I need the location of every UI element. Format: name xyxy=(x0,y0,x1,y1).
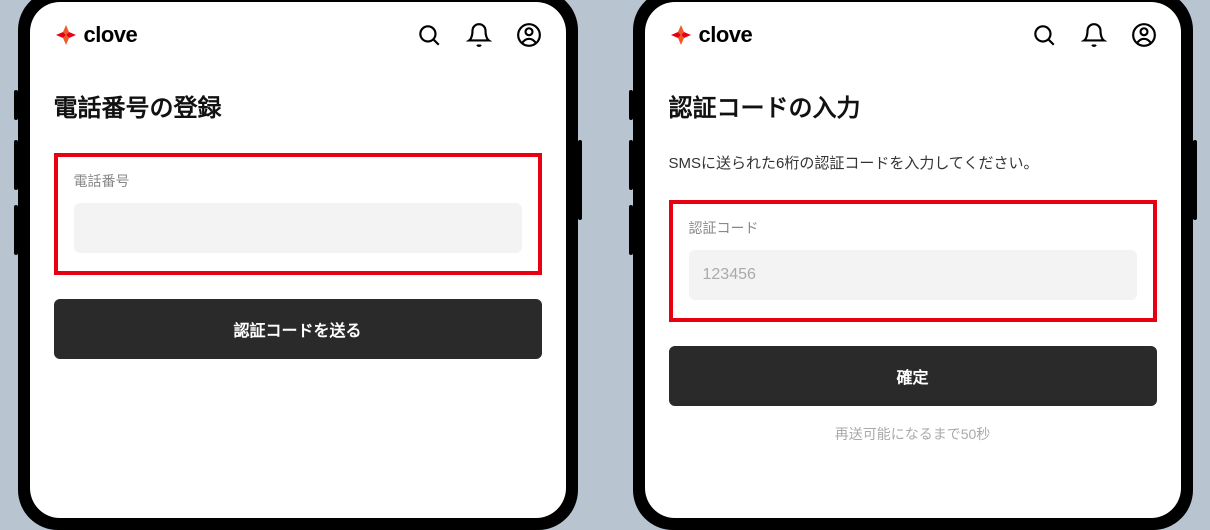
page-title: 電話番号の登録 xyxy=(54,88,542,123)
bell-icon[interactable] xyxy=(1081,22,1107,48)
page-subtitle: SMSに送られた6桁の認証コードを入力してください。 xyxy=(669,153,1157,176)
clove-logo-icon xyxy=(669,23,693,47)
logo[interactable]: clove xyxy=(669,22,753,48)
code-input-label: 認証コード xyxy=(689,218,1137,238)
code-input-group: 認証コード xyxy=(669,200,1157,322)
profile-icon[interactable] xyxy=(516,22,542,48)
resend-countdown: 再送可能になるまで50秒 xyxy=(669,424,1157,444)
app-header: clove xyxy=(669,22,1157,48)
app-header: clove xyxy=(54,22,542,48)
send-code-button[interactable]: 認証コードを送る xyxy=(54,299,542,359)
logo-text: clove xyxy=(84,22,138,48)
phone-frame-2: clove 認証コードの入力 SMSに送られた6桁の認証コードを入力してください… xyxy=(615,0,1210,500)
phone-frame-1: clove 電話番号の登録 電話番号 xyxy=(0,0,595,500)
bell-icon[interactable] xyxy=(466,22,492,48)
search-icon[interactable] xyxy=(1031,22,1057,48)
logo-text: clove xyxy=(699,22,753,48)
page-title: 認証コードの入力 xyxy=(669,88,1157,123)
clove-logo-icon xyxy=(54,23,78,47)
header-actions xyxy=(416,22,542,48)
code-input[interactable] xyxy=(689,250,1137,300)
phone-body: clove 電話番号の登録 電話番号 xyxy=(18,0,578,530)
search-icon[interactable] xyxy=(416,22,442,48)
phone-input-group: 電話番号 xyxy=(54,153,542,275)
screen-1: clove 電話番号の登録 電話番号 xyxy=(30,2,566,518)
phone-input-label: 電話番号 xyxy=(74,171,522,191)
profile-icon[interactable] xyxy=(1131,22,1157,48)
phone-input[interactable] xyxy=(74,203,522,253)
confirm-button[interactable]: 確定 xyxy=(669,346,1157,406)
screen-2: clove 認証コードの入力 SMSに送られた6桁の認証コードを入力してください… xyxy=(645,2,1181,518)
header-actions xyxy=(1031,22,1157,48)
phone-body: clove 認証コードの入力 SMSに送られた6桁の認証コードを入力してください… xyxy=(633,0,1193,530)
logo[interactable]: clove xyxy=(54,22,138,48)
